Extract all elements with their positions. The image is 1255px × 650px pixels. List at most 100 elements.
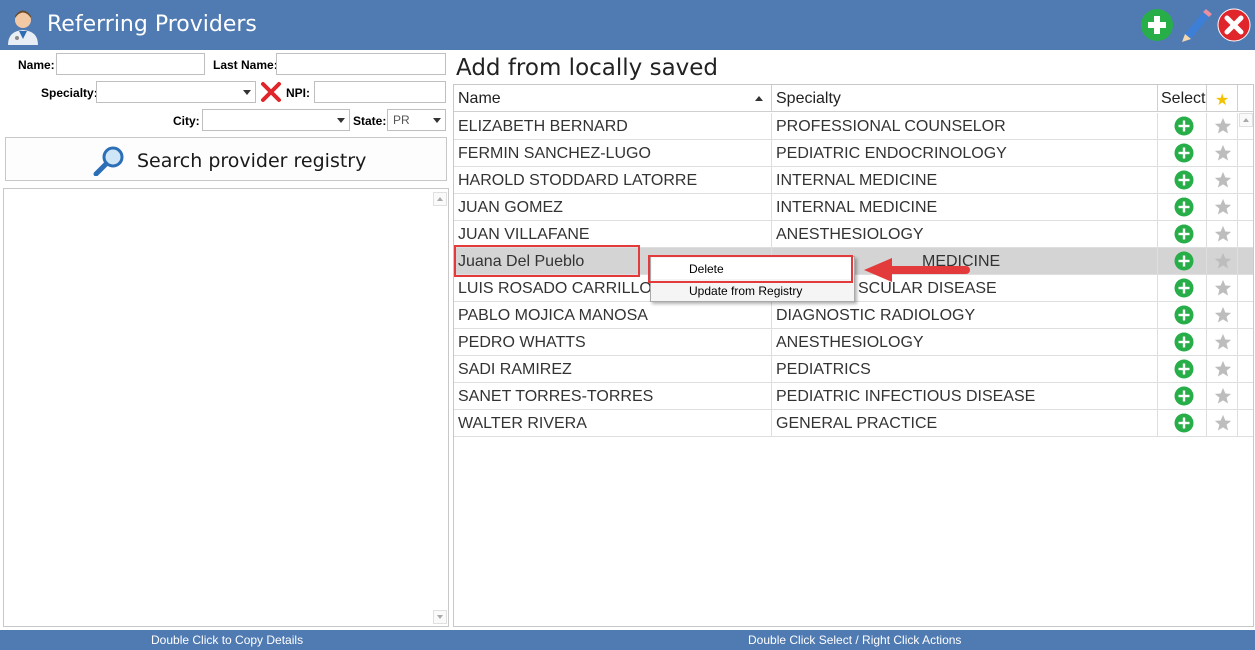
column-header-select[interactable]: Select: [1158, 85, 1207, 112]
npi-label: NPI:: [286, 86, 310, 100]
provider-specialty: PEDIATRICS: [776, 361, 871, 378]
favorite-cell: [1207, 356, 1238, 383]
provider-name-cell: JUAN GOMEZ: [454, 194, 772, 221]
favorite-cell: [1207, 248, 1238, 275]
star-icon[interactable]: [1214, 171, 1232, 189]
select-cell: [1158, 410, 1207, 437]
specialty-dropdown[interactable]: [96, 81, 256, 103]
provider-name-cell: WALTER RIVERA: [454, 410, 772, 437]
star-icon[interactable]: [1214, 117, 1232, 135]
plus-circle-icon[interactable]: [1174, 359, 1194, 379]
status-left: Double Click to Copy Details: [151, 633, 304, 647]
star-icon[interactable]: [1214, 144, 1232, 162]
close-window-button[interactable]: [1217, 8, 1251, 42]
select-cell: [1158, 302, 1207, 329]
provider-name-cell: SADI RAMIREZ: [454, 356, 772, 383]
select-cell: [1158, 167, 1207, 194]
annotation-arrow-icon: [864, 258, 970, 282]
window-title: Referring Providers: [47, 12, 257, 37]
chevron-down-icon: [337, 118, 345, 123]
search-button-label: Search provider registry: [137, 150, 367, 172]
provider-specialty: ANESTHESIOLOGY: [776, 334, 924, 351]
doctor-avatar-icon: [8, 10, 38, 45]
saved-providers-grid: Name Specialty Select ★ ELIZABETH BERNAR…: [453, 84, 1254, 627]
star-icon[interactable]: [1214, 279, 1232, 297]
annotation-highlight-row: [454, 245, 640, 277]
star-icon[interactable]: [1214, 198, 1232, 216]
scroll-down-button[interactable]: [433, 610, 447, 624]
grid-scroll-up-button[interactable]: [1239, 113, 1253, 127]
status-right: Double Click Select / Right Click Action…: [748, 633, 962, 647]
favorite-cell: [1207, 113, 1238, 140]
edit-provider-button[interactable]: [1179, 8, 1213, 42]
plus-circle-icon[interactable]: [1174, 224, 1194, 244]
city-dropdown[interactable]: [202, 109, 350, 131]
context-menu-update-from-registry[interactable]: Update from Registry: [652, 280, 853, 301]
provider-specialty-cell: GENERAL PRACTICE: [772, 410, 1158, 437]
plus-circle-icon[interactable]: [1174, 278, 1194, 298]
select-cell: [1158, 383, 1207, 410]
table-row[interactable]: PEDRO WHATTS ANESTHESIOLOGY: [454, 329, 1253, 356]
provider-specialty-cell: ANESTHESIOLOGY: [772, 329, 1158, 356]
column-specialty-label: Specialty: [776, 90, 841, 107]
plus-circle-icon[interactable]: [1174, 170, 1194, 190]
star-icon[interactable]: [1214, 387, 1232, 405]
plus-circle-icon[interactable]: [1174, 332, 1194, 352]
clear-specialty-icon[interactable]: [260, 81, 282, 103]
search-provider-registry-button[interactable]: Search provider registry: [5, 137, 447, 181]
state-dropdown[interactable]: PR: [387, 109, 446, 131]
star-icon[interactable]: [1214, 225, 1232, 243]
table-row[interactable]: ELIZABETH BERNARD PROFESSIONAL COUNSELOR: [454, 113, 1253, 140]
chevron-down-icon: [243, 90, 251, 95]
last-name-label: Last Name:: [213, 58, 278, 72]
star-icon[interactable]: [1214, 360, 1232, 378]
registry-results-list[interactable]: [3, 188, 449, 627]
star-icon[interactable]: [1214, 333, 1232, 351]
column-header-name[interactable]: Name: [454, 85, 772, 112]
plus-circle-icon[interactable]: [1174, 386, 1194, 406]
provider-specialty: INTERNAL MEDICINE: [776, 172, 938, 189]
provider-name-cell: JUAN VILLAFANE: [454, 221, 772, 248]
plus-circle-icon[interactable]: [1174, 305, 1194, 325]
provider-specialty: PEDIATRIC ENDOCRINOLOGY: [776, 145, 1007, 162]
table-row[interactable]: JUAN VILLAFANE ANESTHESIOLOGY: [454, 221, 1253, 248]
last-name-input[interactable]: [276, 53, 446, 75]
provider-name-cell: PEDRO WHATTS: [454, 329, 772, 356]
favorite-cell: [1207, 329, 1238, 356]
provider-specialty: ANESTHESIOLOGY: [776, 226, 924, 243]
plus-circle-icon[interactable]: [1174, 413, 1194, 433]
table-row[interactable]: SADI RAMIREZ PEDIATRICS: [454, 356, 1253, 383]
name-input[interactable]: [56, 53, 205, 75]
provider-specialty-cell: DIAGNOSTIC RADIOLOGY: [772, 302, 1158, 329]
plus-circle-icon[interactable]: [1174, 116, 1194, 136]
table-row[interactable]: SANET TORRES-TORRES PEDIATRIC INFECTIOUS …: [454, 383, 1253, 410]
star-icon[interactable]: [1214, 306, 1232, 324]
column-header-favorite[interactable]: ★: [1207, 85, 1238, 112]
favorite-cell: [1207, 410, 1238, 437]
table-row[interactable]: HAROLD STODDARD LATORRE INTERNAL MEDICINE: [454, 167, 1253, 194]
plus-circle-icon[interactable]: [1174, 143, 1194, 163]
select-cell: [1158, 113, 1207, 140]
scroll-up-button[interactable]: [433, 192, 447, 206]
table-row[interactable]: WALTER RIVERA GENERAL PRACTICE: [454, 410, 1253, 437]
table-row[interactable]: PABLO MOJICA MANOSA DIAGNOSTIC RADIOLOGY: [454, 302, 1253, 329]
npi-input[interactable]: [314, 81, 446, 103]
provider-specialty: PROFESSIONAL COUNSELOR: [776, 118, 1006, 135]
star-icon[interactable]: [1214, 414, 1232, 432]
star-icon[interactable]: [1214, 252, 1232, 270]
favorite-cell: [1207, 194, 1238, 221]
referring-providers-window: Referring Providers Name: Last Name: Spe…: [0, 0, 1255, 650]
provider-specialty: GENERAL PRACTICE: [776, 415, 938, 432]
grid-header: Name Specialty Select ★: [454, 85, 1253, 112]
magnifier-icon: [93, 146, 124, 176]
plus-circle-icon[interactable]: [1174, 197, 1194, 217]
column-header-specialty[interactable]: Specialty: [772, 85, 1158, 112]
sort-ascending-icon: [755, 96, 763, 101]
add-provider-button[interactable]: [1140, 8, 1174, 42]
favorite-cell: [1207, 167, 1238, 194]
table-row[interactable]: FERMIN SANCHEZ-LUGO PEDIATRIC ENDOCRINOLO…: [454, 140, 1253, 167]
plus-circle-icon[interactable]: [1174, 251, 1194, 271]
table-row[interactable]: JUAN GOMEZ INTERNAL MEDICINE: [454, 194, 1253, 221]
select-cell: [1158, 356, 1207, 383]
provider-name-cell: SANET TORRES-TORRES: [454, 383, 772, 410]
